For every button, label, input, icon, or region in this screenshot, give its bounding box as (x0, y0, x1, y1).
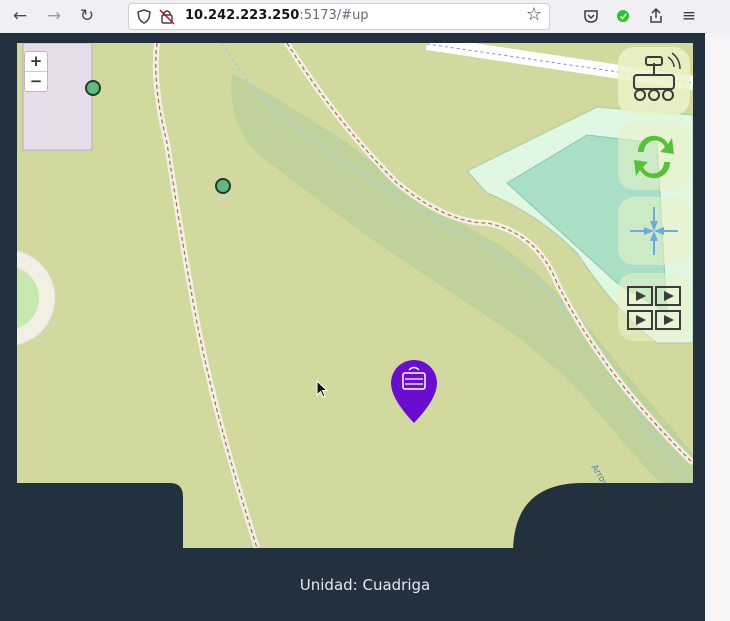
rover-icon (633, 52, 681, 101)
url-text: 10.242.223.250:5173/#up (185, 8, 369, 23)
center-button[interactable] (618, 197, 690, 265)
shield-icon[interactable] (137, 9, 151, 24)
back-arrow-icon[interactable]: ← (10, 6, 30, 26)
page-edge (705, 33, 730, 621)
url-host: 10.242.223.250 (185, 8, 300, 23)
extension-icon[interactable] (616, 9, 630, 23)
menu-icon[interactable]: ≡ (679, 6, 699, 26)
waypoint-marker[interactable] (85, 80, 101, 96)
zoom-in-button[interactable]: + (25, 52, 47, 71)
unit-label: Unidad: Cuadriga (299, 576, 431, 594)
robot-marker[interactable] (391, 360, 437, 423)
address-bar[interactable]: 10.242.223.250:5173/#up ☆ (128, 3, 550, 30)
video-grid-icon (627, 286, 681, 330)
app-container: Arroyo de las Cañadas + − (0, 33, 705, 621)
center-arrows-icon (630, 207, 678, 255)
star-icon[interactable]: ☆ (524, 5, 544, 25)
forward-arrow-icon[interactable]: → (44, 6, 64, 26)
zoom-out-button[interactable]: − (25, 71, 47, 91)
video-button[interactable] (618, 273, 690, 341)
pocket-icon[interactable] (583, 8, 599, 24)
url-path: :5173/#up (299, 8, 369, 23)
lock-icon[interactable] (159, 8, 175, 25)
rover-button[interactable] (618, 47, 690, 115)
browser-toolbar: ← → ↻ 10.242.223.250:5173/#up ☆ ≡ (0, 0, 730, 34)
mouse-cursor-icon (316, 380, 329, 398)
sync-button[interactable] (618, 122, 690, 190)
waypoint-marker[interactable] (215, 178, 231, 194)
map-view[interactable]: Arroyo de las Cañadas (17, 43, 693, 548)
zoom-control: + − (24, 51, 48, 92)
sync-icon (634, 135, 674, 179)
share-icon[interactable] (648, 7, 664, 24)
reload-icon[interactable]: ↻ (77, 6, 97, 26)
